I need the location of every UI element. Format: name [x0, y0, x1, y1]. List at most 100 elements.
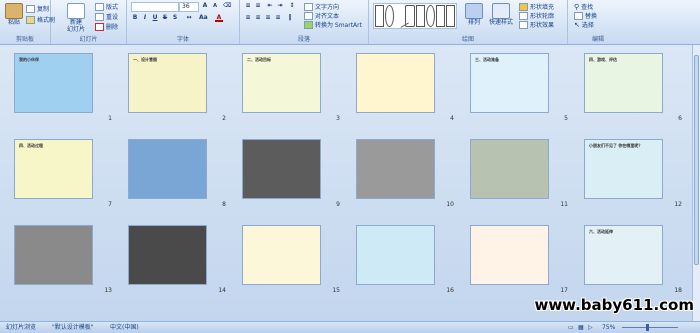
theme-name: "默认设计模板" — [52, 324, 94, 331]
shapes-gallery[interactable] — [373, 3, 457, 29]
slide-thumbnail[interactable] — [470, 139, 549, 199]
text-direction-button[interactable]: 文字方向 — [304, 2, 339, 11]
align-center-icon[interactable]: ≡ — [254, 14, 262, 22]
zoom-slider-handle[interactable] — [646, 324, 649, 331]
delete-button[interactable]: 删除 — [95, 22, 118, 31]
clipboard-icon — [5, 3, 23, 19]
align-right-icon[interactable]: ≡ — [264, 14, 272, 22]
columns-icon[interactable]: ‖ — [286, 14, 294, 22]
smartart-button[interactable]: 转换为 SmartArt — [304, 20, 362, 29]
slide-title: 三、活动准备 — [475, 58, 544, 62]
bullets-icon[interactable]: ≡ — [244, 2, 252, 10]
slide-thumbnail[interactable] — [128, 139, 207, 199]
align-text-button[interactable]: 对齐文本 — [304, 11, 339, 20]
shape-effects-button[interactable]: 形状效果 — [519, 20, 554, 29]
new-slide-button[interactable]: 新建 幻灯片 — [63, 3, 89, 33]
zoom-level[interactable]: 75% — [602, 322, 615, 333]
slide-title: 六、活动延伸 — [589, 230, 658, 234]
paste-button[interactable]: 粘贴 — [3, 3, 25, 26]
slide-thumbnail[interactable]: 四、游戏、评估 — [584, 53, 663, 113]
fill-icon — [519, 2, 528, 11]
align-left-icon[interactable]: ≡ — [244, 14, 252, 22]
slide-thumbnail[interactable] — [242, 139, 321, 199]
shape-textbox-icon[interactable] — [415, 5, 425, 27]
new-slide-icon — [67, 3, 85, 19]
shape-star-icon[interactable] — [445, 5, 455, 27]
editing-group: ⚲ 查找 替换 ↖ 选择 编辑 — [568, 0, 628, 44]
slide-thumbnail[interactable] — [128, 225, 207, 285]
char-spacing-icon[interactable]: ↔ — [185, 14, 193, 22]
numbering-icon[interactable]: ≡ — [254, 2, 262, 10]
shape-fill-button[interactable]: 形状填充 — [519, 2, 554, 11]
slide-number: 4 — [450, 115, 454, 122]
justify-icon[interactable]: ≡ — [274, 14, 282, 22]
change-case-icon[interactable]: Aa — [199, 14, 208, 22]
shadow-icon[interactable]: S — [171, 14, 179, 22]
slide-title: 小朋友们不见了 你在哪里呢？ — [589, 144, 658, 148]
arrange-button[interactable]: 排列 — [463, 3, 485, 26]
clipboard-group: 粘贴 复制 格式刷 剪贴板 — [0, 0, 55, 44]
find-button[interactable]: ⚲ 查找 — [574, 2, 593, 12]
slide-thumbnail[interactable]: 我的小伙伴 — [14, 53, 93, 113]
slide-number: 1 — [108, 115, 112, 122]
grow-font-icon[interactable]: A — [201, 2, 209, 10]
slide-thumbnail[interactable] — [470, 225, 549, 285]
replace-icon — [574, 11, 583, 20]
copy-icon — [26, 4, 35, 13]
slide-number: 7 — [108, 201, 112, 208]
strikethrough-icon[interactable]: S — [161, 14, 169, 22]
slide-thumbnail[interactable]: 二、活动目标 — [242, 53, 321, 113]
layout-button[interactable]: 版式 — [95, 2, 118, 11]
slide-thumbnail[interactable] — [242, 225, 321, 285]
status-bar: 幻灯片浏览 "默认设计模板" 中文(中国) ▭ ▦ ▷ 75% — [0, 321, 700, 333]
font-name-combo[interactable] — [131, 2, 179, 12]
sorter-view-icon[interactable]: ▦ — [578, 322, 584, 333]
underline-icon[interactable]: U — [151, 14, 159, 22]
watermark: www.baby611.com — [534, 296, 694, 314]
slide-number: 13 — [104, 287, 112, 294]
outline-icon — [519, 11, 528, 20]
delete-icon — [95, 22, 104, 31]
replace-button[interactable]: 替换 — [574, 11, 597, 20]
slide-thumbnail[interactable]: 小朋友们不见了 你在哪里呢？ — [584, 139, 663, 199]
brush-icon — [26, 15, 35, 24]
slide-thumbnail[interactable]: 六、活动延伸 — [584, 225, 663, 285]
shape-arrow-icon[interactable] — [435, 5, 445, 27]
slide-thumbnail[interactable]: 三、活动准备 — [470, 53, 549, 113]
slide-number: 18 — [674, 287, 682, 294]
quick-styles-button[interactable]: 快速样式 — [487, 3, 515, 26]
slide-thumbnail[interactable]: 四、活动过程 — [14, 139, 93, 199]
decrease-indent-icon[interactable]: ⇤ — [266, 2, 274, 10]
shrink-font-icon[interactable]: A — [211, 2, 219, 10]
shape-outline-button[interactable]: 形状轮廓 — [519, 11, 554, 20]
language-indicator[interactable]: 中文(中国) — [110, 322, 139, 333]
line-spacing-icon[interactable]: ↕ — [288, 2, 296, 10]
slide-thumbnail[interactable] — [356, 139, 435, 199]
slide-thumbnail[interactable] — [356, 53, 435, 113]
zoom-slider[interactable] — [622, 327, 678, 328]
shape-circle-icon[interactable] — [425, 5, 435, 27]
font-size-combo[interactable]: 36 — [179, 2, 199, 12]
font-color-icon[interactable]: A — [215, 14, 223, 22]
increase-indent-icon[interactable]: ⇥ — [276, 2, 284, 10]
select-button[interactable]: ↖ 选择 — [574, 20, 594, 30]
slide-number: 10 — [446, 201, 454, 208]
slideshow-view-icon[interactable]: ▷ — [588, 322, 593, 333]
normal-view-icon[interactable]: ▭ — [568, 322, 574, 333]
slide-number: 2 — [222, 115, 226, 122]
slide-number: 11 — [560, 201, 568, 208]
copy-button[interactable]: 复制 — [26, 4, 49, 13]
shape-rect-icon[interactable] — [375, 5, 385, 27]
slide-title: 四、游戏、评估 — [589, 58, 658, 62]
slide-thumbnail[interactable] — [356, 225, 435, 285]
editing-group-label: 编辑 — [591, 36, 604, 43]
scrollbar-thumb[interactable] — [694, 55, 699, 265]
italic-icon[interactable]: I — [141, 14, 149, 22]
slide-thumbnail[interactable]: 一、设计意图 — [128, 53, 207, 113]
slide-thumbnail[interactable] — [14, 225, 93, 285]
bold-icon[interactable]: B — [131, 14, 139, 22]
reset-button[interactable]: 重设 — [95, 12, 118, 21]
clear-format-icon[interactable]: ⌫ — [223, 2, 231, 10]
vertical-scrollbar[interactable] — [692, 45, 700, 321]
slide-title-text: 六、活动延伸 — [589, 229, 613, 234]
